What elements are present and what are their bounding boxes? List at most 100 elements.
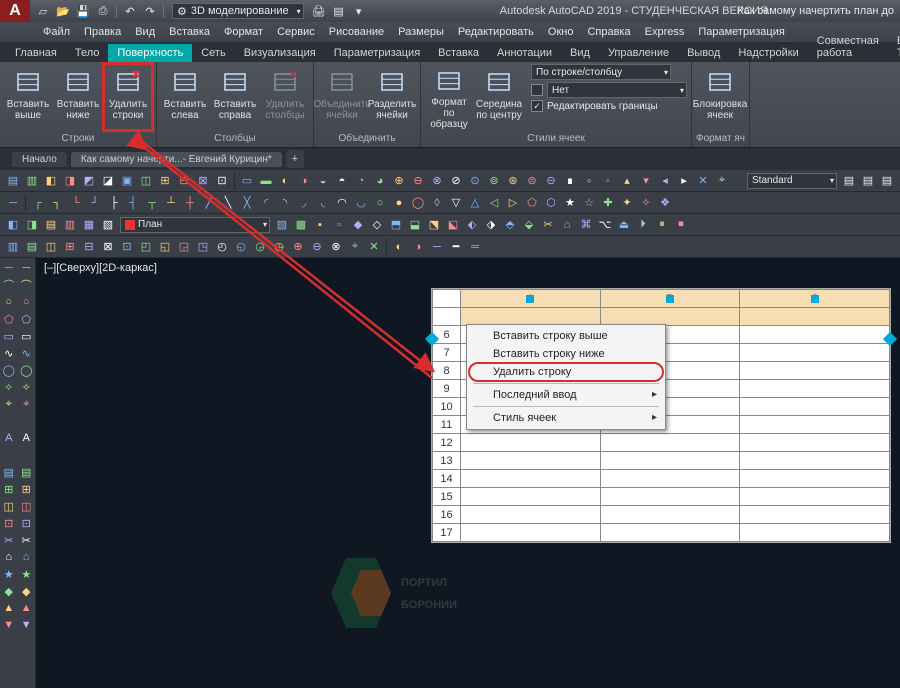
ribbon-tab[interactable]: Управление [599, 44, 678, 62]
tool-icon[interactable]: ⊖ [409, 172, 427, 190]
tool-icon[interactable]: ▭ [1, 328, 17, 344]
ribbon-button[interactable]: Середина по центру [475, 64, 523, 130]
table-cell[interactable] [461, 524, 601, 542]
row-header[interactable]: 15 [433, 488, 461, 506]
row-header[interactable]: 9 [433, 380, 461, 398]
tool-icon[interactable]: ⊝ [542, 172, 560, 190]
tool-icon[interactable]: ⊚ [485, 172, 503, 190]
menu-item[interactable]: Последний ввод [469, 386, 663, 404]
tool-icon[interactable]: ∘ [580, 172, 598, 190]
table-cell[interactable] [600, 434, 740, 452]
qat-save-icon[interactable]: 💾 [74, 3, 92, 19]
ribbon-button[interactable]: Удалить строки [104, 64, 152, 130]
tool-icon[interactable]: ⬕ [444, 216, 462, 234]
canvas[interactable]: ПОРТИЛ БОРОНИИ ABC67891011121314151617 В… [36, 258, 900, 688]
tool-icon[interactable]: ⊕ [289, 238, 307, 256]
tool-icon[interactable]: ⌖ [346, 238, 364, 256]
qat-more-icon[interactable]: ▾ [350, 3, 368, 19]
tool-icon[interactable]: ⊞ [18, 481, 34, 497]
row-header[interactable]: 14 [433, 470, 461, 488]
tool-icon[interactable]: ╳ [238, 194, 256, 212]
table-cell[interactable] [740, 362, 890, 380]
ribbon-tab[interactable]: Тело [66, 44, 109, 62]
menu-размеры[interactable]: Размеры [391, 26, 451, 38]
row-header[interactable]: 12 [433, 434, 461, 452]
tool-icon[interactable]: ◫ [137, 172, 155, 190]
ribbon-tab[interactable]: Визуализация [235, 44, 325, 62]
ribbon-tab[interactable]: Надстройки [729, 44, 807, 62]
tool-icon[interactable]: ─ [4, 194, 22, 212]
tool-icon[interactable]: ✕ [365, 238, 383, 256]
tool-icon[interactable]: ┘ [86, 194, 104, 212]
tool-icon[interactable]: ◯ [409, 194, 427, 212]
table-cell[interactable] [600, 524, 740, 542]
row-header[interactable]: 16 [433, 506, 461, 524]
tool-icon[interactable]: ◫ [42, 238, 60, 256]
tool-icon[interactable]: ┤ [124, 194, 142, 212]
tool-icon[interactable]: ⬘ [501, 216, 519, 234]
tool-icon[interactable]: ▣ [118, 172, 136, 190]
tool-icon[interactable]: ✦ [618, 194, 636, 212]
tool-icon[interactable]: ◨ [61, 172, 79, 190]
tool-icon[interactable]: ◳ [194, 238, 212, 256]
tool-icon[interactable] [18, 413, 34, 429]
qat-saveas-icon[interactable]: ⎙ [94, 3, 112, 19]
tool-icon[interactable]: ○ [18, 294, 34, 310]
tool-icon[interactable]: ⌒ [18, 277, 34, 293]
tool-icon[interactable]: ⬗ [482, 216, 500, 234]
tool-icon[interactable]: ⌘ [577, 216, 595, 234]
table-cell[interactable] [740, 452, 890, 470]
ribbon-tab[interactable]: Express Tools [888, 32, 900, 62]
tool-icon[interactable]: ┌ [29, 194, 47, 212]
dropdown[interactable]: Нет [547, 82, 687, 98]
tool-icon[interactable]: ✂ [18, 532, 34, 548]
tool-icon[interactable]: ⊠ [194, 172, 212, 190]
tool-icon[interactable]: ∿ [18, 345, 34, 361]
table-cell[interactable] [600, 506, 740, 524]
ribbon-tab[interactable]: Вид [561, 44, 599, 62]
qat-redo-icon[interactable]: ↷ [141, 3, 159, 19]
tool-icon[interactable]: ▤ [4, 172, 22, 190]
ribbon-tab[interactable]: Сеть [192, 44, 234, 62]
tool-icon[interactable]: ◯ [18, 362, 34, 378]
tool-icon[interactable]: ▬ [257, 172, 275, 190]
table-cell[interactable] [740, 380, 890, 398]
tool-icon[interactable]: ⌒ [1, 277, 17, 293]
tool-icon[interactable]: ▨ [273, 216, 291, 234]
table-cell[interactable] [740, 524, 890, 542]
column-grip-icon[interactable] [526, 295, 534, 303]
table-cell[interactable] [740, 308, 890, 326]
tool-icon[interactable]: ◵ [232, 238, 250, 256]
column-header[interactable]: B [600, 290, 740, 308]
menu-сервис[interactable]: Сервис [270, 26, 322, 38]
tool-icon[interactable]: ⬠ [1, 311, 17, 327]
tool-icon[interactable]: ∎ [561, 172, 579, 190]
tool-icon[interactable]: ▤ [42, 216, 60, 234]
menu-item[interactable]: Вставить строку ниже [469, 345, 663, 363]
qat-plot-icon[interactable]: 🖨 [310, 3, 328, 19]
tool-icon[interactable]: ✂ [1, 532, 17, 548]
tool-icon[interactable]: A [1, 430, 17, 446]
tool-icon[interactable]: ⌖ [1, 396, 17, 412]
tool-icon[interactable]: ⊡ [118, 238, 136, 256]
column-grip-icon[interactable] [811, 295, 819, 303]
row-header[interactable]: 11 [433, 416, 461, 434]
ribbon-button[interactable]: Вставить справа [211, 64, 259, 130]
tool-icon[interactable]: ▤ [859, 172, 877, 190]
table-cell[interactable] [740, 506, 890, 524]
menu-вставка[interactable]: Вставка [162, 26, 217, 38]
tool-icon[interactable]: ▴ [618, 172, 636, 190]
tool-icon[interactable]: ◧ [42, 172, 60, 190]
tool-icon[interactable]: ◯ [1, 362, 17, 378]
tool-icon[interactable]: ⊖ [308, 238, 326, 256]
tool-icon[interactable]: ⊞ [61, 238, 79, 256]
table-cell[interactable] [461, 470, 601, 488]
tool-icon[interactable]: ⌥ [596, 216, 614, 234]
tool-icon[interactable]: ▲ [1, 600, 17, 616]
tool-icon[interactable]: ∿ [1, 345, 17, 361]
menu-параметризация[interactable]: Параметризация [691, 26, 791, 38]
tool-icon[interactable]: ▤ [18, 464, 34, 480]
tool-icon[interactable]: ⊛ [504, 172, 522, 190]
table-cell[interactable] [600, 488, 740, 506]
tool-icon[interactable]: ⊗ [327, 238, 345, 256]
